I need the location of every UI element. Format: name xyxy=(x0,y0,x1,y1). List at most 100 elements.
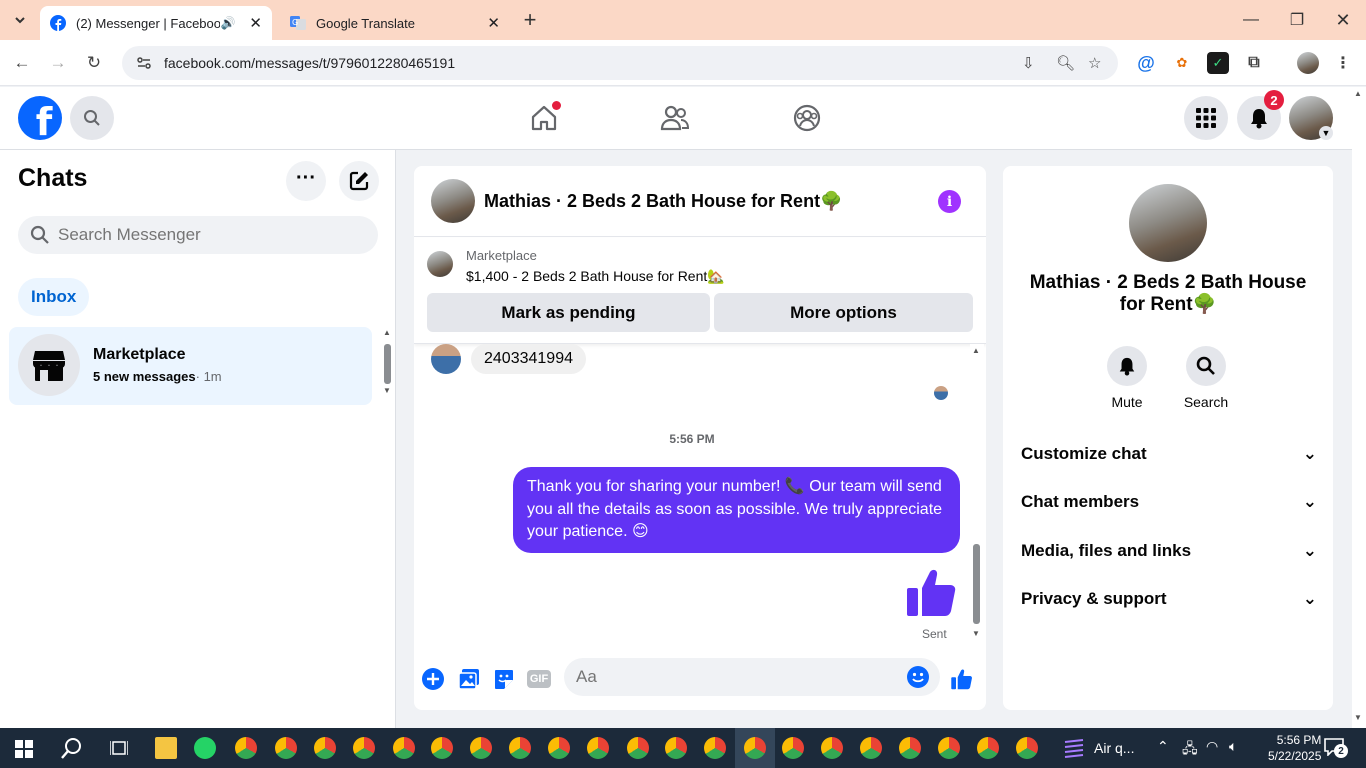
file-explorer-icon[interactable] xyxy=(155,737,177,759)
chrome-profile-icon[interactable] xyxy=(860,737,882,759)
mute-action[interactable]: Mute xyxy=(1097,346,1157,410)
chrome-profile-icon[interactable] xyxy=(393,737,415,759)
chrome-profile-icon[interactable] xyxy=(548,737,570,759)
wifi-icon[interactable]: ◠ xyxy=(1206,738,1218,755)
install-app-icon[interactable]: ⇩ xyxy=(1022,54,1035,72)
minimize-button[interactable]: — xyxy=(1228,0,1274,40)
chrome-profile-icon[interactable] xyxy=(782,737,804,759)
chrome-profile-icon[interactable] xyxy=(275,737,297,759)
media-files-links-section[interactable]: Media, files and links ⌄ xyxy=(1021,536,1317,566)
extension-at-icon[interactable]: @ xyxy=(1135,52,1157,74)
listing-thumbnail[interactable] xyxy=(427,251,453,277)
scroll-down-arrow-icon[interactable]: ▼ xyxy=(383,386,391,395)
profile-photo[interactable] xyxy=(1129,184,1207,262)
chrome-active-icon[interactable] xyxy=(744,737,766,759)
clock[interactable]: 5:56 PM 5/22/2025 xyxy=(1268,732,1321,764)
weather-widget-text[interactable]: Air q... xyxy=(1094,740,1134,756)
search-messenger-box[interactable] xyxy=(18,216,378,254)
forward-button[interactable]: → xyxy=(45,50,71,76)
menu-button[interactable] xyxy=(1184,96,1228,140)
profile-avatar[interactable] xyxy=(1297,52,1319,74)
close-tab-icon[interactable]: ✕ xyxy=(249,14,262,32)
chat-list-scrollbar[interactable]: ▲ ▼ xyxy=(380,328,394,395)
page-scrollbar[interactable]: ▲ ▼ xyxy=(1352,87,1366,728)
site-info-icon[interactable] xyxy=(136,55,152,71)
chat-options-button[interactable]: ··· xyxy=(286,161,326,201)
air-quality-icon[interactable] xyxy=(1063,738,1085,760)
chrome-profile-icon[interactable] xyxy=(509,737,531,759)
scroll-down-arrow-icon[interactable]: ▼ xyxy=(1354,713,1362,722)
close-tab-icon[interactable]: ✕ xyxy=(487,14,500,32)
conversation-info-button[interactable]: i xyxy=(938,190,961,213)
chrome-profile-icon[interactable] xyxy=(704,737,726,759)
network-icon[interactable]: 🖧 xyxy=(1182,738,1198,762)
tab-search-button[interactable] xyxy=(0,0,40,40)
speaker-icon[interactable]: 🔊 xyxy=(220,16,235,30)
tab-google-translate[interactable]: G Google Translate ✕ xyxy=(280,6,510,40)
windows-start-icon[interactable] xyxy=(15,740,33,758)
facebook-search-button[interactable] xyxy=(70,96,114,140)
conversation-item-marketplace[interactable]: Marketplace 5 new messages· 1m xyxy=(9,327,372,405)
extension-honey-icon[interactable]: ✿ xyxy=(1171,52,1193,74)
extension-grammar-icon[interactable]: ✓ xyxy=(1207,52,1229,74)
emoji-icon[interactable] xyxy=(907,666,929,688)
scroll-up-arrow-icon[interactable]: ▲ xyxy=(1354,89,1362,98)
message-input[interactable] xyxy=(576,667,896,687)
mark-as-pending-button[interactable]: Mark as pending xyxy=(427,293,710,332)
facebook-logo[interactable]: f xyxy=(18,96,62,140)
tray-chevron-up-icon[interactable]: ⌃ xyxy=(1157,738,1169,755)
privacy-support-section[interactable]: Privacy & support ⌄ xyxy=(1021,584,1317,614)
task-view-icon[interactable] xyxy=(110,739,128,757)
browser-menu-icon[interactable]: ⋮ xyxy=(1332,52,1354,74)
volume-icon[interactable]: 🔈︎ xyxy=(1229,738,1237,755)
chrome-profile-icon[interactable] xyxy=(314,737,336,759)
gif-button[interactable]: GIF xyxy=(526,666,552,692)
chrome-profile-icon[interactable] xyxy=(938,737,960,759)
chrome-profile-icon[interactable] xyxy=(353,737,375,759)
scroll-up-arrow-icon[interactable]: ▲ xyxy=(383,328,391,337)
inbox-filter-tab[interactable]: Inbox xyxy=(18,278,90,316)
notifications-button[interactable]: 2 xyxy=(1237,90,1284,140)
incoming-message[interactable]: 2403341994 xyxy=(471,344,586,374)
search-input[interactable] xyxy=(58,225,358,245)
tab-messenger[interactable]: (2) Messenger | Facebook 🔊 ✕ xyxy=(40,6,272,40)
extensions-puzzle-icon[interactable]: ⧉ xyxy=(1243,52,1265,74)
scroll-down-arrow-icon[interactable]: ▼ xyxy=(972,629,980,638)
nav-groups[interactable] xyxy=(787,100,827,136)
chrome-profile-icon[interactable] xyxy=(1016,737,1038,759)
outgoing-message[interactable]: Thank you for sharing your number! 📞 Our… xyxy=(513,467,960,553)
nav-friends[interactable] xyxy=(655,100,695,136)
chrome-profile-icon[interactable] xyxy=(431,737,453,759)
notification-center-button[interactable]: 2 xyxy=(1324,738,1348,758)
search-action[interactable]: Search xyxy=(1176,346,1236,410)
chrome-profile-icon[interactable] xyxy=(627,737,649,759)
chrome-profile-icon[interactable] xyxy=(665,737,687,759)
customize-chat-section[interactable]: Customize chat ⌄ xyxy=(1021,439,1317,469)
account-avatar[interactable]: ▼ xyxy=(1289,96,1333,140)
whatsapp-icon[interactable] xyxy=(194,737,216,759)
chrome-icon[interactable] xyxy=(821,737,843,759)
chrome-profile-icon[interactable] xyxy=(977,737,999,759)
more-actions-button[interactable] xyxy=(420,666,446,692)
chrome-profile-icon[interactable] xyxy=(235,737,257,759)
bookmark-star-icon[interactable]: ☆ xyxy=(1088,54,1101,72)
send-like-button[interactable] xyxy=(949,666,975,692)
more-options-button[interactable]: More options xyxy=(714,293,973,332)
zoom-icon[interactable]: 🔍︎ xyxy=(1056,54,1075,72)
new-message-button[interactable] xyxy=(339,161,379,201)
back-button[interactable]: ← xyxy=(9,50,35,76)
chat-avatar[interactable] xyxy=(431,179,475,223)
close-window-button[interactable]: ✕ xyxy=(1320,0,1366,40)
listing-title[interactable]: $1,400 - 2 Beds 2 Bath House for Rent🏡 xyxy=(466,268,725,285)
message-input-box[interactable] xyxy=(564,658,940,696)
new-tab-button[interactable]: + xyxy=(512,0,548,40)
chat-title[interactable]: Mathias · 2 Beds 2 Bath House for Rent🌳 xyxy=(484,191,842,212)
address-bar[interactable]: facebook.com/messages/t/9796012280465191… xyxy=(122,46,1118,80)
attach-photo-button[interactable] xyxy=(456,666,482,692)
scroll-up-arrow-icon[interactable]: ▲ xyxy=(972,346,980,355)
chrome-profile-icon[interactable] xyxy=(587,737,609,759)
taskbar-search-icon[interactable] xyxy=(61,737,83,759)
messages-scrollbar[interactable]: ▲ ▼ xyxy=(970,344,984,642)
nav-home[interactable] xyxy=(524,100,564,136)
chat-members-section[interactable]: Chat members ⌄ xyxy=(1021,487,1317,517)
